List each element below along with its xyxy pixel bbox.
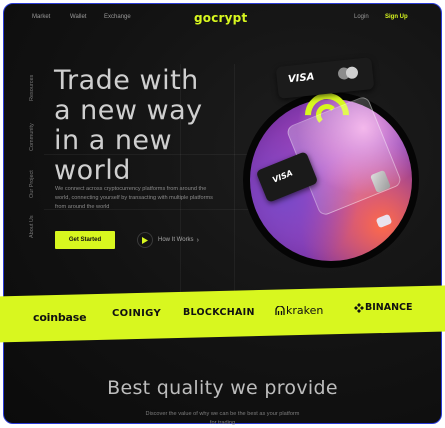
side-label-about-us[interactable]: About Us — [29, 215, 35, 238]
how-it-works-label: How It Works — [158, 237, 194, 243]
how-it-works-link[interactable]: How It Works › — [137, 232, 199, 248]
partner-binance: BINANCE — [365, 302, 413, 313]
partner-kraken: kraken — [286, 304, 324, 317]
side-label-resources[interactable]: Resources — [29, 75, 35, 101]
binance-icon — [354, 303, 364, 313]
hero-description: We connect across cryptocurrency platfor… — [55, 186, 213, 210]
get-started-button[interactable]: Get Started — [55, 231, 115, 249]
top-nav: Market Wallet Exchange gocrypt Login Sig… — [0, 11, 445, 28]
partner-coinigy: COINIGY — [112, 308, 161, 319]
hero-title-line: world — [54, 155, 131, 186]
hero-title-line: in a new — [54, 125, 173, 156]
mastercard-icon — [337, 66, 360, 81]
logo[interactable]: gocrypt — [194, 11, 247, 25]
section-description: Discover the value of why we can be the … — [145, 411, 300, 426]
side-label-community[interactable]: Community — [29, 123, 35, 151]
hero-title-line: a new way — [54, 95, 203, 126]
play-icon[interactable] — [137, 232, 153, 248]
login-link[interactable]: Login — [354, 14, 369, 20]
nav-exchange[interactable]: Exchange — [104, 14, 131, 20]
partner-coinbase: coinbase — [33, 311, 87, 324]
section-title: Best quality we provide — [107, 377, 338, 399]
signup-link[interactable]: Sign Up — [385, 14, 408, 20]
kraken-icon — [275, 306, 285, 315]
hero-title: Trade with a new way in a new world — [54, 66, 254, 186]
nav-market[interactable]: Market — [32, 14, 50, 20]
partner-blockchain: BLOCKCHAIN — [183, 307, 255, 318]
chevron-right-icon: › — [196, 236, 199, 244]
side-label-our-project[interactable]: Our Project — [29, 170, 35, 198]
nav-wallet[interactable]: Wallet — [70, 14, 86, 20]
hero-title-line: Trade with — [54, 65, 199, 96]
